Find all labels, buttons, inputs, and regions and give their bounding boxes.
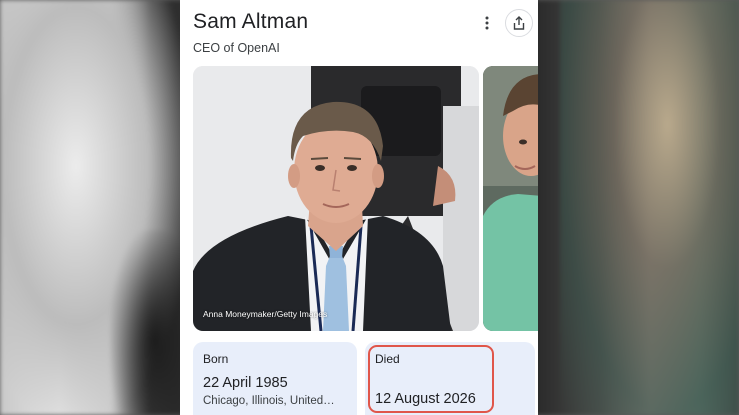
secondary-portrait-image — [483, 66, 538, 331]
background-blur-right — [560, 0, 739, 415]
share-icon — [513, 16, 525, 30]
photo-credit: Anna Moneymaker/Getty Images — [203, 309, 328, 319]
panel-subtitle: CEO of OpenAI — [193, 41, 280, 55]
share-button[interactable] — [505, 9, 533, 37]
born-fact-card[interactable]: Born 22 April 1985 Chicago, Illinois, Un… — [193, 342, 357, 415]
portrait-image — [193, 66, 479, 331]
highlight-outline — [368, 345, 494, 413]
panel-title: Sam Altman — [193, 10, 309, 33]
born-place: Chicago, Illinois, United… — [203, 395, 335, 407]
born-label: Born — [203, 352, 229, 366]
more-vert-icon — [485, 16, 489, 30]
knowledge-panel: Sam Altman CEO of OpenAI Anna Moneymaker… — [180, 0, 538, 415]
born-date: 22 April 1985 — [203, 375, 288, 391]
secondary-photo[interactable] — [483, 66, 538, 331]
more-options-button[interactable] — [477, 13, 497, 33]
main-photo[interactable]: Anna Moneymaker/Getty Images — [193, 66, 479, 331]
